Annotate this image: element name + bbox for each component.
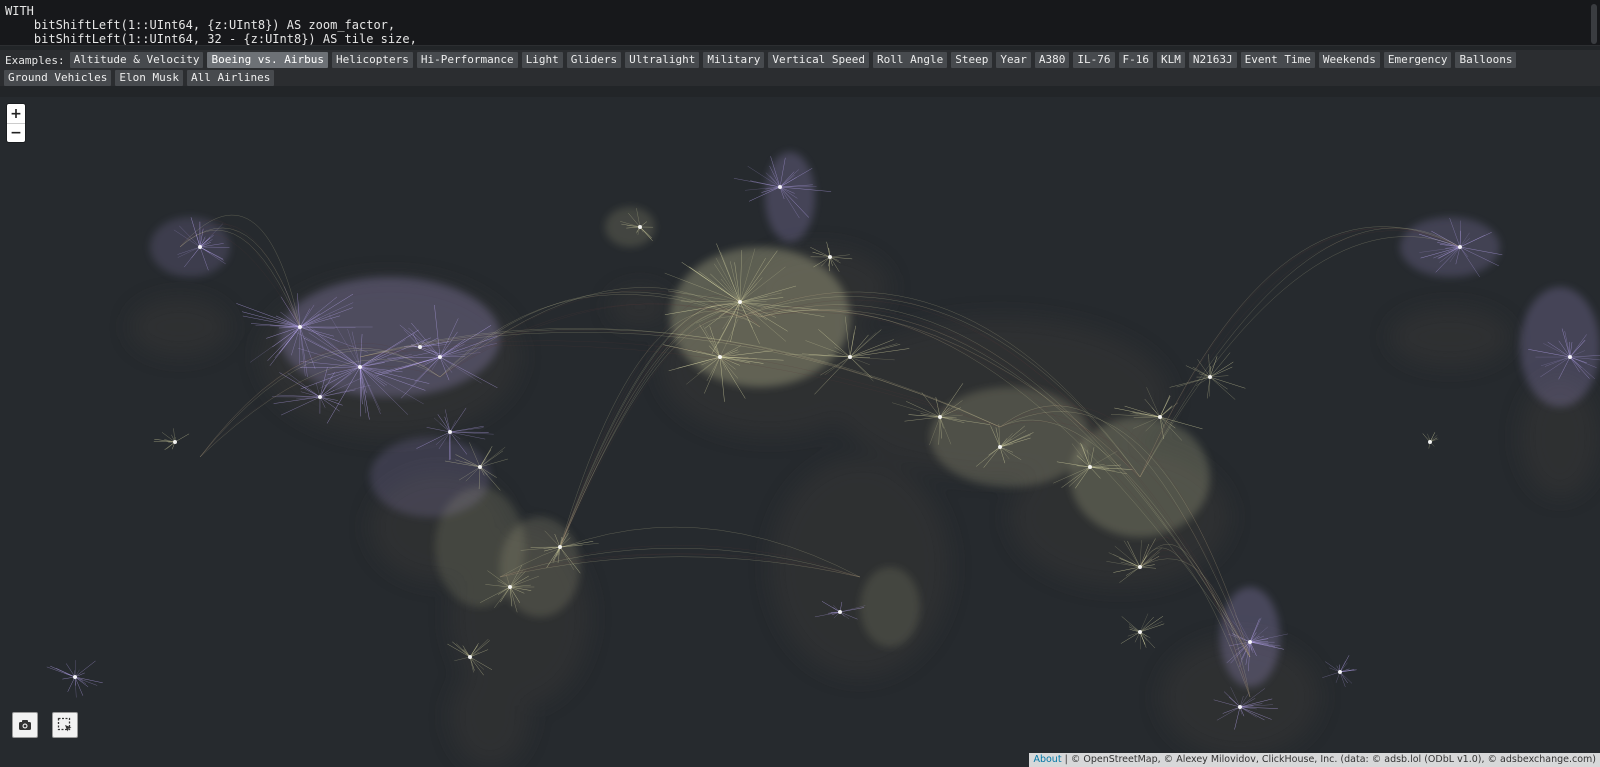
examples-bar: Examples: Altitude & Velocity Boeing vs. … <box>0 50 1600 86</box>
example-emergency-button[interactable]: Emergency <box>1383 52 1452 68</box>
example-vertical-speed-button[interactable]: Vertical Speed <box>768 52 870 68</box>
example-klm-button[interactable]: KLM <box>1157 52 1185 68</box>
example-steep-button[interactable]: Steep <box>951 52 993 68</box>
about-link[interactable]: About <box>1033 754 1061 765</box>
example-il-76-button[interactable]: IL-76 <box>1073 52 1115 68</box>
example-balloons-button[interactable]: Balloons <box>1455 52 1517 68</box>
examples-label: Examples: <box>5 54 65 67</box>
flight-map[interactable]: + − About | © OpenStreetMap, © Alexey Mi… <box>0 97 1600 767</box>
app-root: WITH bitShiftLeft(1::UInt64, {z:UInt8}) … <box>0 0 1600 767</box>
zoom-control: + − <box>7 104 25 142</box>
example-roll-angle-button[interactable]: Roll Angle <box>873 52 948 68</box>
example-altitude-velocity-button[interactable]: Altitude & Velocity <box>69 52 204 68</box>
query-editor[interactable]: WITH bitShiftLeft(1::UInt64, {z:UInt8}) … <box>0 0 1600 46</box>
example-military-button[interactable]: Military <box>703 52 765 68</box>
example-elon-musk-button[interactable]: Elon Musk <box>115 70 183 86</box>
camera-button[interactable] <box>12 712 38 738</box>
attribution-text: © OpenStreetMap, © Alexey Milovidov, Cli… <box>1070 754 1596 765</box>
example-weekends-button[interactable]: Weekends <box>1318 52 1380 68</box>
query-line: WITH <box>5 4 34 18</box>
example-helicopters-button[interactable]: Helicopters <box>332 52 413 68</box>
box-select-button[interactable] <box>52 712 78 738</box>
example-n2163j-button[interactable]: N2163J <box>1188 52 1237 68</box>
example-boeing-vs-airbus-button[interactable]: Boeing vs. Airbus <box>207 52 329 68</box>
example-ground-vehicles-button[interactable]: Ground Vehicles <box>4 70 112 86</box>
map-canvas[interactable] <box>0 97 1600 767</box>
example-gliders-button[interactable]: Gliders <box>566 52 622 68</box>
example-light-button[interactable]: Light <box>521 52 563 68</box>
editor-scrollbar[interactable] <box>1591 4 1597 44</box>
example-ultralight-button[interactable]: Ultralight <box>625 52 700 68</box>
map-attribution: About | © OpenStreetMap, © Alexey Milovi… <box>1029 753 1600 767</box>
zoom-out-button[interactable]: − <box>7 123 25 142</box>
example-year-button[interactable]: Year <box>996 52 1031 68</box>
camera-icon <box>19 720 31 730</box>
select-box-icon <box>57 717 72 732</box>
example-hi-performance-button[interactable]: Hi-Performance <box>416 52 518 68</box>
example-event-time-button[interactable]: Event Time <box>1240 52 1315 68</box>
query-line: bitShiftLeft(1::UInt64, 32 - {z:UInt8}) … <box>5 32 417 46</box>
example-f-16-button[interactable]: F-16 <box>1118 52 1154 68</box>
query-line: bitShiftLeft(1::UInt64, {z:UInt8}) AS zo… <box>5 18 396 32</box>
example-a380-button[interactable]: A380 <box>1034 52 1070 68</box>
example-all-airlines-button[interactable]: All Airlines <box>186 70 275 86</box>
zoom-in-button[interactable]: + <box>7 104 25 123</box>
